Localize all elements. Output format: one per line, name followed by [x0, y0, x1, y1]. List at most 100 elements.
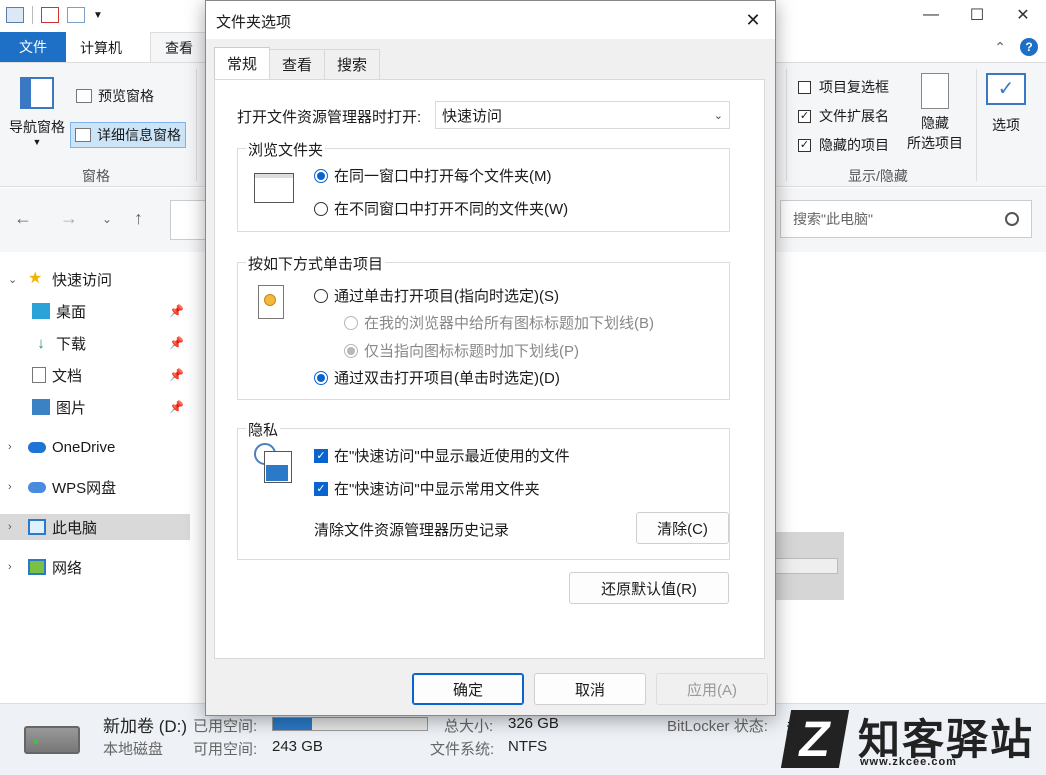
sidebar-label: 下载	[56, 335, 87, 353]
chevron-right-icon[interactable]: ›	[8, 481, 22, 493]
item-checkboxes-checkbox[interactable]	[798, 80, 811, 94]
sidebar-item-quick-access[interactable]: ⌄ ★ 快速访问	[0, 266, 190, 292]
filesystem-value: NTFS	[508, 738, 548, 755]
double-click-label: 通过双击打开项目(单击时选定)(D)	[334, 370, 560, 387]
watermark-url: www.zkcee.com	[860, 756, 957, 768]
item-checkboxes-option[interactable]: 项目复选框	[798, 77, 889, 97]
separator	[976, 69, 977, 181]
sidebar-label: 桌面	[56, 303, 87, 321]
file-extensions-option[interactable]: ✓ 文件扩展名	[798, 106, 889, 126]
chevron-right-icon[interactable]: ›	[8, 561, 22, 573]
new-folder-icon[interactable]	[67, 7, 85, 23]
new-window-option[interactable]: 在不同窗口中打开不同的文件夹(W)	[314, 198, 568, 219]
nav-pane-button[interactable]: 导航窗格 ▼	[6, 73, 68, 147]
group-title: 按如下方式单击项目	[246, 253, 386, 274]
open-explorer-to-select[interactable]: 快速访问 ⌄	[435, 101, 730, 129]
tab-view[interactable]: 查看	[150, 32, 208, 63]
hard-drive-icon	[24, 726, 80, 754]
show-recent-files-checkbox[interactable]: ✓	[314, 448, 328, 463]
hide-selected-button[interactable]: 隐藏 所选项目	[900, 73, 970, 153]
properties-icon[interactable]	[41, 7, 59, 23]
dialog-title: 文件夹选项	[216, 14, 292, 31]
chevron-right-icon[interactable]: ›	[8, 441, 22, 453]
show-recent-files-label: 在"快速访问"中显示最近使用的文件	[334, 448, 570, 465]
privacy-icon	[254, 443, 294, 483]
file-extensions-label: 文件扩展名	[819, 108, 889, 124]
details-pane-icon	[75, 128, 91, 142]
computer-icon	[28, 519, 46, 535]
clear-history-button[interactable]: 清除(C)	[636, 512, 729, 544]
forward-arrow-icon[interactable]: →	[60, 208, 78, 229]
file-extensions-checkbox[interactable]: ✓	[798, 109, 811, 123]
network-icon	[28, 559, 46, 575]
up-arrow-icon[interactable]: ↑	[134, 208, 143, 229]
address-input[interactable]	[170, 200, 210, 240]
tab-general[interactable]: 常规	[214, 47, 271, 79]
single-click-option[interactable]: 通过单击打开项目(指向时选定)(S)	[314, 285, 559, 306]
options-label: 选项	[992, 117, 1020, 133]
restore-defaults-button[interactable]: 还原默认值(R)	[569, 572, 729, 604]
hide-selected-label-1: 隐藏	[921, 115, 949, 131]
pin-icon: 📌	[169, 304, 184, 318]
show-recent-files-option[interactable]: ✓ 在"快速访问"中显示最近使用的文件	[314, 445, 570, 466]
sidebar-label: 文档	[52, 367, 83, 385]
document-icon	[32, 367, 46, 383]
sidebar-item-onedrive[interactable]: › OneDrive	[0, 434, 190, 460]
close-window-button[interactable]: ✕	[1000, 0, 1046, 30]
new-window-radio[interactable]	[314, 201, 328, 216]
total-size-value: 326 GB	[508, 715, 559, 732]
tab-search[interactable]: 搜索	[324, 49, 381, 79]
sidebar-item-wps[interactable]: › WPS网盘	[0, 474, 190, 500]
sidebar-item-downloads[interactable]: ↓ 下载 📌	[0, 330, 190, 356]
double-click-option[interactable]: 通过双击打开项目(单击时选定)(D)	[314, 367, 560, 388]
preview-pane-icon	[76, 89, 92, 103]
chevron-down-icon: ▼	[32, 137, 42, 147]
qat-dropdown-icon[interactable]: ▼	[93, 10, 103, 21]
single-click-radio[interactable]	[314, 288, 328, 303]
cancel-button[interactable]: 取消	[534, 673, 646, 705]
quick-access-toolbar: ▼	[6, 6, 103, 24]
dialog-titlebar: 文件夹选项 ✕	[206, 1, 775, 39]
image-icon	[266, 465, 288, 481]
separator	[786, 69, 787, 181]
minimize-button[interactable]: —	[908, 0, 954, 30]
sidebar-item-this-pc[interactable]: › 此电脑	[0, 514, 190, 540]
nav-pane-icon	[20, 77, 54, 109]
tab-view[interactable]: 查看	[269, 49, 326, 79]
underline-hover-label: 仅当指向图标标题时加下划线(P)	[364, 343, 579, 360]
back-arrow-icon[interactable]: ←	[14, 208, 32, 229]
chevron-down-icon[interactable]: ⌄	[8, 273, 22, 286]
underline-all-option: 在我的浏览器中给所有图标标题加下划线(B)	[344, 312, 654, 333]
hidden-items-option[interactable]: ✓ 隐藏的项目	[798, 135, 889, 155]
collapse-ribbon-icon[interactable]: ⌃	[994, 39, 1006, 56]
options-button[interactable]: ✓ 选项	[982, 73, 1030, 135]
sidebar-item-pictures[interactable]: 图片 📌	[0, 394, 190, 420]
double-click-radio[interactable]	[314, 370, 328, 385]
tab-file[interactable]: 文件	[0, 32, 66, 62]
same-window-option[interactable]: 在同一窗口中打开每个文件夹(M)	[314, 165, 552, 186]
dialog-close-button[interactable]: ✕	[739, 7, 767, 33]
chevron-right-icon[interactable]: ›	[8, 521, 22, 533]
search-icon	[1005, 212, 1019, 226]
recent-locations-icon[interactable]: ⌄	[102, 212, 112, 226]
ok-button[interactable]: 确定	[412, 673, 524, 705]
show-frequent-folders-label: 在"快速访问"中显示常用文件夹	[334, 481, 540, 498]
same-window-radio[interactable]	[314, 168, 328, 183]
sidebar-label: 快速访问	[52, 271, 113, 289]
maximize-button[interactable]: ☐	[954, 0, 1000, 30]
tab-computer[interactable]: 计算机	[80, 38, 122, 58]
sidebar-item-documents[interactable]: 文档 📌	[0, 362, 190, 388]
preview-pane-button[interactable]: 预览窗格	[72, 84, 158, 108]
hidden-items-checkbox[interactable]: ✓	[798, 138, 811, 152]
help-icon[interactable]: ?	[1020, 38, 1038, 56]
sidebar-item-network[interactable]: › 网络	[0, 554, 190, 580]
ribbon-right-controls: ⌃ ?	[994, 38, 1038, 56]
underline-hover-radio	[344, 343, 358, 358]
download-icon: ↓	[37, 335, 45, 352]
search-input[interactable]: 搜索"此电脑"	[780, 200, 1032, 238]
details-pane-button[interactable]: 详细信息窗格	[70, 122, 186, 148]
show-frequent-folders-checkbox[interactable]: ✓	[314, 481, 328, 496]
sidebar-item-desktop[interactable]: 桌面 📌	[0, 298, 190, 324]
open-explorer-to-value: 快速访问	[442, 107, 503, 125]
show-frequent-folders-option[interactable]: ✓ 在"快速访问"中显示常用文件夹	[314, 478, 540, 499]
